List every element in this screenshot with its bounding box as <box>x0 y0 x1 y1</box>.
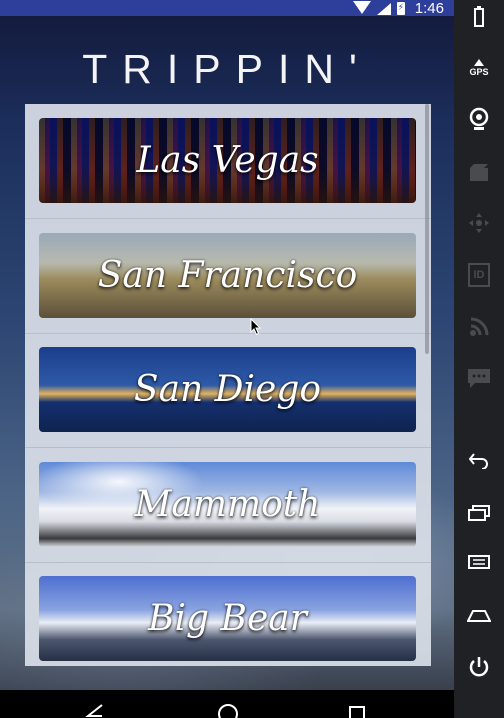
destination-card-las-vegas[interactable]: Las Vegas <box>39 118 416 203</box>
wifi-icon <box>352 0 371 14</box>
back-tool-icon[interactable] <box>454 445 504 475</box>
battery-charging-glyph: ⚡ <box>397 2 404 13</box>
home-icon[interactable] <box>216 702 240 718</box>
gps-label: GPS <box>469 66 489 77</box>
camera-tool-icon[interactable] <box>454 104 504 134</box>
dpad-tool-icon <box>454 208 504 238</box>
id-label: ID <box>468 263 490 287</box>
destination-list[interactable]: Las Vegas San Francisco San Diego Mammot… <box>25 104 431 666</box>
status-bar: ⚡ 1:46 <box>0 0 454 17</box>
id-tool-icon: ID <box>454 260 504 290</box>
recents-icon[interactable] <box>348 704 366 718</box>
emulator-toolbar: GPS ID <box>454 0 504 718</box>
destination-card-san-francisco[interactable]: San Francisco <box>39 233 416 318</box>
battery-tool-icon[interactable] <box>454 2 504 32</box>
gps-tool-icon[interactable]: GPS <box>454 52 504 82</box>
list-item: Las Vegas <box>25 104 431 219</box>
list-item: Mammoth <box>25 448 431 563</box>
menu-tool-icon[interactable] <box>454 548 504 578</box>
phone-screen: ⚡ 1:46 TRIPPIN' Las Vegas San Francisco … <box>0 0 454 718</box>
signal-icon <box>376 3 391 15</box>
back-icon[interactable] <box>84 704 106 718</box>
window-tool-icon[interactable] <box>454 498 504 528</box>
list-item: San Diego <box>25 333 431 448</box>
destination-card-big-bear[interactable]: Big Bear <box>39 576 416 661</box>
list-item: San Francisco <box>25 219 431 334</box>
destination-card-mammoth[interactable]: Mammoth <box>39 462 416 547</box>
battery-icon: ⚡ <box>396 1 405 15</box>
message-tool-icon <box>454 364 504 394</box>
destination-card-san-diego[interactable]: San Diego <box>39 347 416 432</box>
media-tool-icon <box>454 158 504 188</box>
destination-label: Big Bear <box>148 598 307 639</box>
power-tool-icon[interactable] <box>454 652 504 682</box>
destination-label: Las Vegas <box>136 140 319 181</box>
destination-label: San Francisco <box>97 255 358 296</box>
app-title: TRIPPIN' <box>82 46 372 92</box>
status-time: 1:46 <box>414 0 444 17</box>
destination-label: San Diego <box>133 369 322 410</box>
status-icons: ⚡ 1:46 <box>352 0 444 17</box>
rss-tool-icon <box>454 312 504 342</box>
list-scrollbar[interactable] <box>425 104 429 354</box>
list-item: Big Bear <box>25 562 431 666</box>
mouse-cursor-icon <box>250 318 262 336</box>
destination-label: Mammoth <box>134 484 321 525</box>
home-tool-icon[interactable] <box>454 600 504 630</box>
navigation-bar <box>0 690 454 718</box>
